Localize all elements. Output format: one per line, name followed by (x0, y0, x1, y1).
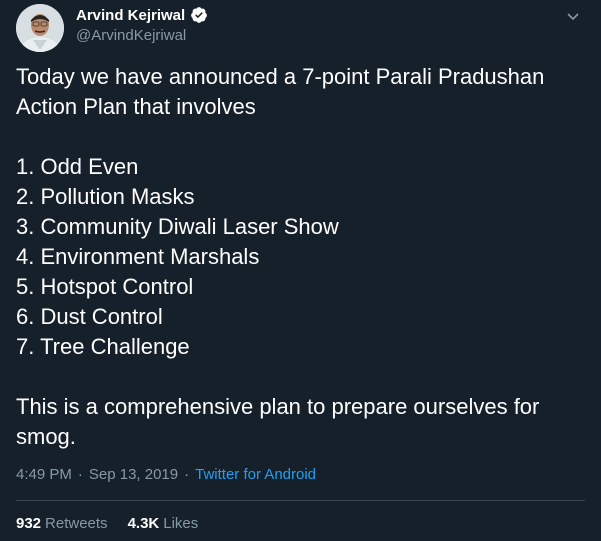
tweet-card: Arvind Kejriwal @ArvindKejriwal Today we… (0, 0, 601, 541)
retweets-count: 932 (16, 515, 42, 532)
author-name-row[interactable]: Arvind Kejriwal (76, 6, 208, 24)
list-item: 6. Dust Control (16, 304, 163, 329)
meta-separator: · (77, 466, 83, 483)
meta-separator: · (184, 466, 190, 483)
avatar[interactable] (16, 4, 64, 52)
point-list: 1. Odd Even 2. Pollution Masks 3. Commun… (16, 152, 586, 362)
author-display-name[interactable]: Arvind Kejriwal (76, 7, 185, 24)
chevron-down-icon[interactable] (565, 8, 581, 24)
tweet-text: Today we have announced a 7-point Parali… (16, 62, 586, 452)
retweets-label: Retweets (45, 515, 108, 532)
author-handle[interactable]: @ArvindKejriwal (76, 27, 186, 44)
likes-count: 4.3K (127, 515, 160, 532)
tweet-date[interactable]: Sep 13, 2019 (89, 466, 178, 483)
list-item: 7. Tree Challenge (16, 334, 190, 359)
list-item: 3. Community Diwali Laser Show (16, 214, 339, 239)
likes-stat[interactable]: 4.3K Likes (128, 515, 199, 532)
tweet-stats: 932 Retweets 4.3K Likes (16, 515, 198, 532)
verified-badge-icon (191, 7, 208, 23)
retweets-stat[interactable]: 932 Retweets (16, 515, 108, 532)
avatar-image (16, 4, 64, 52)
list-item: 2. Pollution Masks (16, 184, 195, 209)
tweet-closing: This is a comprehensive plan to prepare … (16, 394, 540, 449)
tweet-source-link[interactable]: Twitter for Android (195, 466, 316, 483)
list-item: 4. Environment Marshals (16, 244, 260, 269)
divider (16, 500, 585, 501)
likes-label: Likes (163, 515, 199, 532)
tweet-time[interactable]: 4:49 PM (16, 466, 72, 483)
tweet-meta: 4:49 PM · Sep 13, 2019 · Twitter for And… (16, 466, 316, 483)
list-item: 1. Odd Even (16, 154, 139, 179)
list-item: 5. Hotspot Control (16, 274, 194, 299)
tweet-intro: Today we have announced a 7-point Parali… (16, 64, 545, 119)
